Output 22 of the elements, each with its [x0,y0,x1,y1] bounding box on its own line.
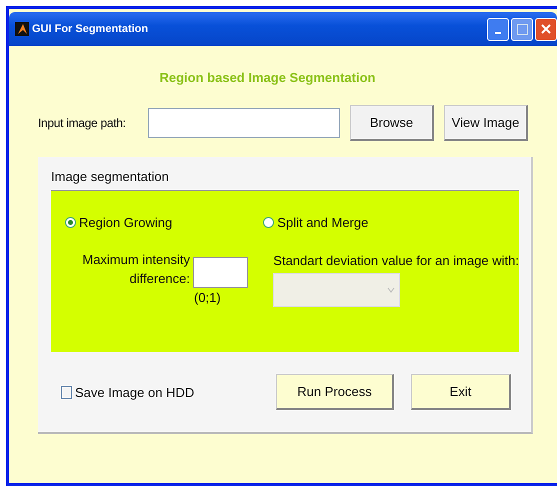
push-button[interactable]: Browse [350,105,434,141]
input-field[interactable] [148,108,340,138]
window-title: GUI For Segmentation [32,23,150,35]
push-button[interactable]: Run Process [276,374,394,410]
input-path-label: Input image path: [38,116,127,130]
maximize-button[interactable] [511,18,533,40]
push-button[interactable]: Exit [411,374,511,410]
app-icon [15,22,29,36]
deviation-label: Standart deviation value for an image with: [273,252,519,270]
intensity-label: Maximum intensity difference: [81,251,190,288]
radio-button[interactable]: Region Growing [65,213,264,231]
range-hint: (0;1) [194,290,222,305]
close-icon [541,24,551,34]
push-button[interactable]: View Image [444,105,528,141]
minimize-button[interactable] [487,18,509,40]
caret-icon [387,287,396,293]
checkbox[interactable]: Save Image on HDD [61,384,276,400]
panel-title: Image segmentation [51,168,170,186]
input-field[interactable] [193,257,248,288]
close-button[interactable] [535,18,557,40]
radio-button[interactable]: Split and Merge [263,213,519,231]
heading: Region based Image Segmentation [158,70,376,85]
